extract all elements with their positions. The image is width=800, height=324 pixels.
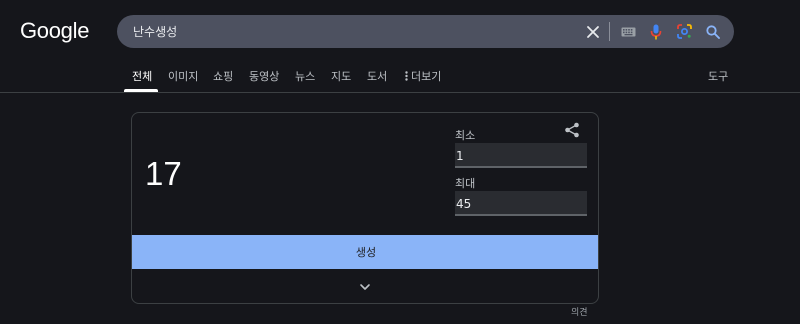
chevron-down-icon[interactable] — [357, 279, 373, 295]
tab-news[interactable]: 뉴스 — [295, 68, 315, 84]
tab-books[interactable]: 도서 — [367, 68, 387, 84]
header-divider — [0, 92, 800, 93]
search-icon — [706, 24, 720, 39]
keyboard-icon — [621, 27, 635, 36]
feedback-link[interactable]: 의견 — [571, 305, 588, 318]
min-field-container — [455, 143, 587, 168]
search-divider — [609, 22, 610, 41]
mic-icon — [650, 24, 662, 39]
image-search-button[interactable] — [673, 15, 695, 48]
share-icon[interactable] — [564, 122, 580, 138]
search-bar[interactable]: 난수생성 — [117, 15, 734, 48]
tab-shopping[interactable]: 쇼핑 — [213, 68, 233, 84]
generate-button[interactable]: 생성 — [132, 235, 598, 269]
search-button[interactable] — [702, 15, 724, 48]
clear-search-button[interactable] — [581, 15, 605, 48]
max-field-container — [455, 191, 587, 216]
tab-videos[interactable]: 동영상 — [249, 68, 279, 84]
lens-icon — [676, 24, 692, 39]
google-logo[interactable]: Google — [20, 18, 89, 44]
keyboard-button[interactable] — [617, 15, 639, 48]
random-result: 17 — [145, 155, 182, 192]
random-number-card: 17 최소 최대 생성 — [131, 112, 599, 304]
voice-search-button[interactable] — [645, 15, 667, 48]
max-label: 최대 — [455, 177, 476, 190]
tab-all[interactable]: 전체 — [132, 68, 152, 84]
search-input[interactable]: 난수생성 — [133, 23, 177, 40]
tab-more-label: 더보기 — [411, 70, 442, 83]
close-icon — [587, 25, 599, 38]
min-label: 최소 — [455, 129, 476, 142]
min-input[interactable] — [455, 143, 587, 166]
tab-images[interactable]: 이미지 — [168, 68, 198, 84]
more-vert-icon — [405, 71, 408, 81]
tab-maps[interactable]: 지도 — [331, 68, 351, 84]
tab-more[interactable]: 더보기 — [405, 68, 441, 84]
tools-button[interactable]: 도구 — [708, 68, 728, 84]
max-input[interactable] — [455, 191, 587, 214]
